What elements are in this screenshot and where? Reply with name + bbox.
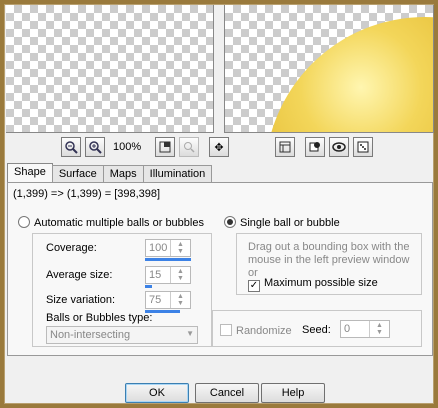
- auto-balls-label: Automatic multiple balls or bubbles: [34, 217, 204, 229]
- avg-size-input[interactable]: 15 ▲ ▼: [145, 266, 191, 284]
- chevron-down-icon: ▼: [186, 329, 194, 338]
- seed-label: Seed:: [302, 324, 331, 336]
- ok-button[interactable]: OK: [125, 383, 189, 403]
- auto-balls-radio[interactable]: [18, 216, 30, 228]
- max-size-label: Maximum possible size: [264, 277, 378, 289]
- pan-icon[interactable]: ✥: [209, 137, 229, 157]
- fit-window-icon[interactable]: [155, 137, 175, 157]
- avg-size-level-bar: [145, 285, 152, 288]
- avg-size-label: Average size:: [46, 269, 113, 281]
- bounding-box-hint: Drag out a bounding box with the mouse i…: [248, 241, 410, 279]
- zoom-out-icon[interactable]: [61, 137, 81, 157]
- max-size-checkbox[interactable]: ✓: [248, 280, 260, 292]
- size-variation-label: Size variation:: [46, 294, 116, 306]
- coverage-input[interactable]: 100 ▲ ▼: [145, 239, 191, 257]
- randomize-option[interactable]: Randomize: [220, 324, 292, 337]
- tab-bar: Shape Surface Maps Illumination: [7, 163, 213, 183]
- auto-balls-option[interactable]: Automatic multiple balls or bubbles: [18, 216, 204, 229]
- source-preview[interactable]: [6, 5, 214, 133]
- randomize-checkbox[interactable]: [220, 324, 232, 336]
- single-ball-radio[interactable]: [224, 216, 236, 228]
- coverage-label: Coverage:: [46, 242, 97, 254]
- result-preview[interactable]: [224, 5, 434, 133]
- coverage-spinner-icon[interactable]: ▲ ▼: [170, 240, 190, 256]
- randomize-label: Randomize: [236, 325, 292, 337]
- avg-size-value: 15: [149, 269, 162, 281]
- eye-icon[interactable]: [329, 137, 349, 157]
- max-size-option[interactable]: ✓ Maximum possible size: [248, 277, 378, 292]
- coverage-value: 100: [149, 242, 168, 254]
- tab-maps[interactable]: Maps: [102, 165, 144, 183]
- tab-surface[interactable]: Surface: [51, 165, 104, 183]
- help-button[interactable]: Help: [261, 383, 325, 403]
- preview-toggle-icon[interactable]: [275, 137, 295, 157]
- seed-input[interactable]: 0 ▲ ▼: [340, 320, 390, 338]
- balls-type-label: Balls or Bubbles type:: [46, 312, 153, 324]
- ball-preview-image: [265, 17, 433, 132]
- selection-coords: (1,399) => (1,399) = [398,398]: [13, 188, 161, 200]
- tab-shape[interactable]: Shape: [7, 163, 53, 183]
- shape-panel: (1,399) => (1,399) = [398,398] Automatic…: [7, 182, 433, 356]
- balls-type-select[interactable]: Non-intersecting ▼: [46, 326, 198, 344]
- size-variation-spinner-icon[interactable]: ▲ ▼: [170, 292, 190, 308]
- single-ball-option[interactable]: Single ball or bubble: [224, 216, 340, 229]
- zoom-proof-icon[interactable]: [179, 137, 199, 157]
- zoom-level: 100%: [113, 141, 142, 153]
- dice-icon[interactable]: [353, 137, 373, 157]
- seed-value: 0: [344, 323, 351, 335]
- tab-illumination[interactable]: Illumination: [142, 165, 213, 183]
- preview-toolbar: 100% ✥: [5, 137, 435, 159]
- size-variation-value: 75: [149, 294, 162, 306]
- zoom-in-icon[interactable]: [85, 137, 105, 157]
- coverage-level-bar: [145, 258, 191, 261]
- size-variation-input[interactable]: 75 ▲ ▼: [145, 291, 191, 309]
- balls-and-bubbles-dialog: 100% ✥ Shape Surface Maps Illumination (…: [4, 4, 434, 404]
- seed-spinner-icon[interactable]: ▲ ▼: [369, 321, 389, 337]
- balls-type-value: Non-intersecting: [50, 329, 131, 341]
- avg-size-spinner-icon[interactable]: ▲ ▼: [170, 267, 190, 283]
- randomize-icon[interactable]: [305, 137, 325, 157]
- cancel-button[interactable]: Cancel: [195, 383, 259, 403]
- single-ball-label: Single ball or bubble: [240, 217, 340, 229]
